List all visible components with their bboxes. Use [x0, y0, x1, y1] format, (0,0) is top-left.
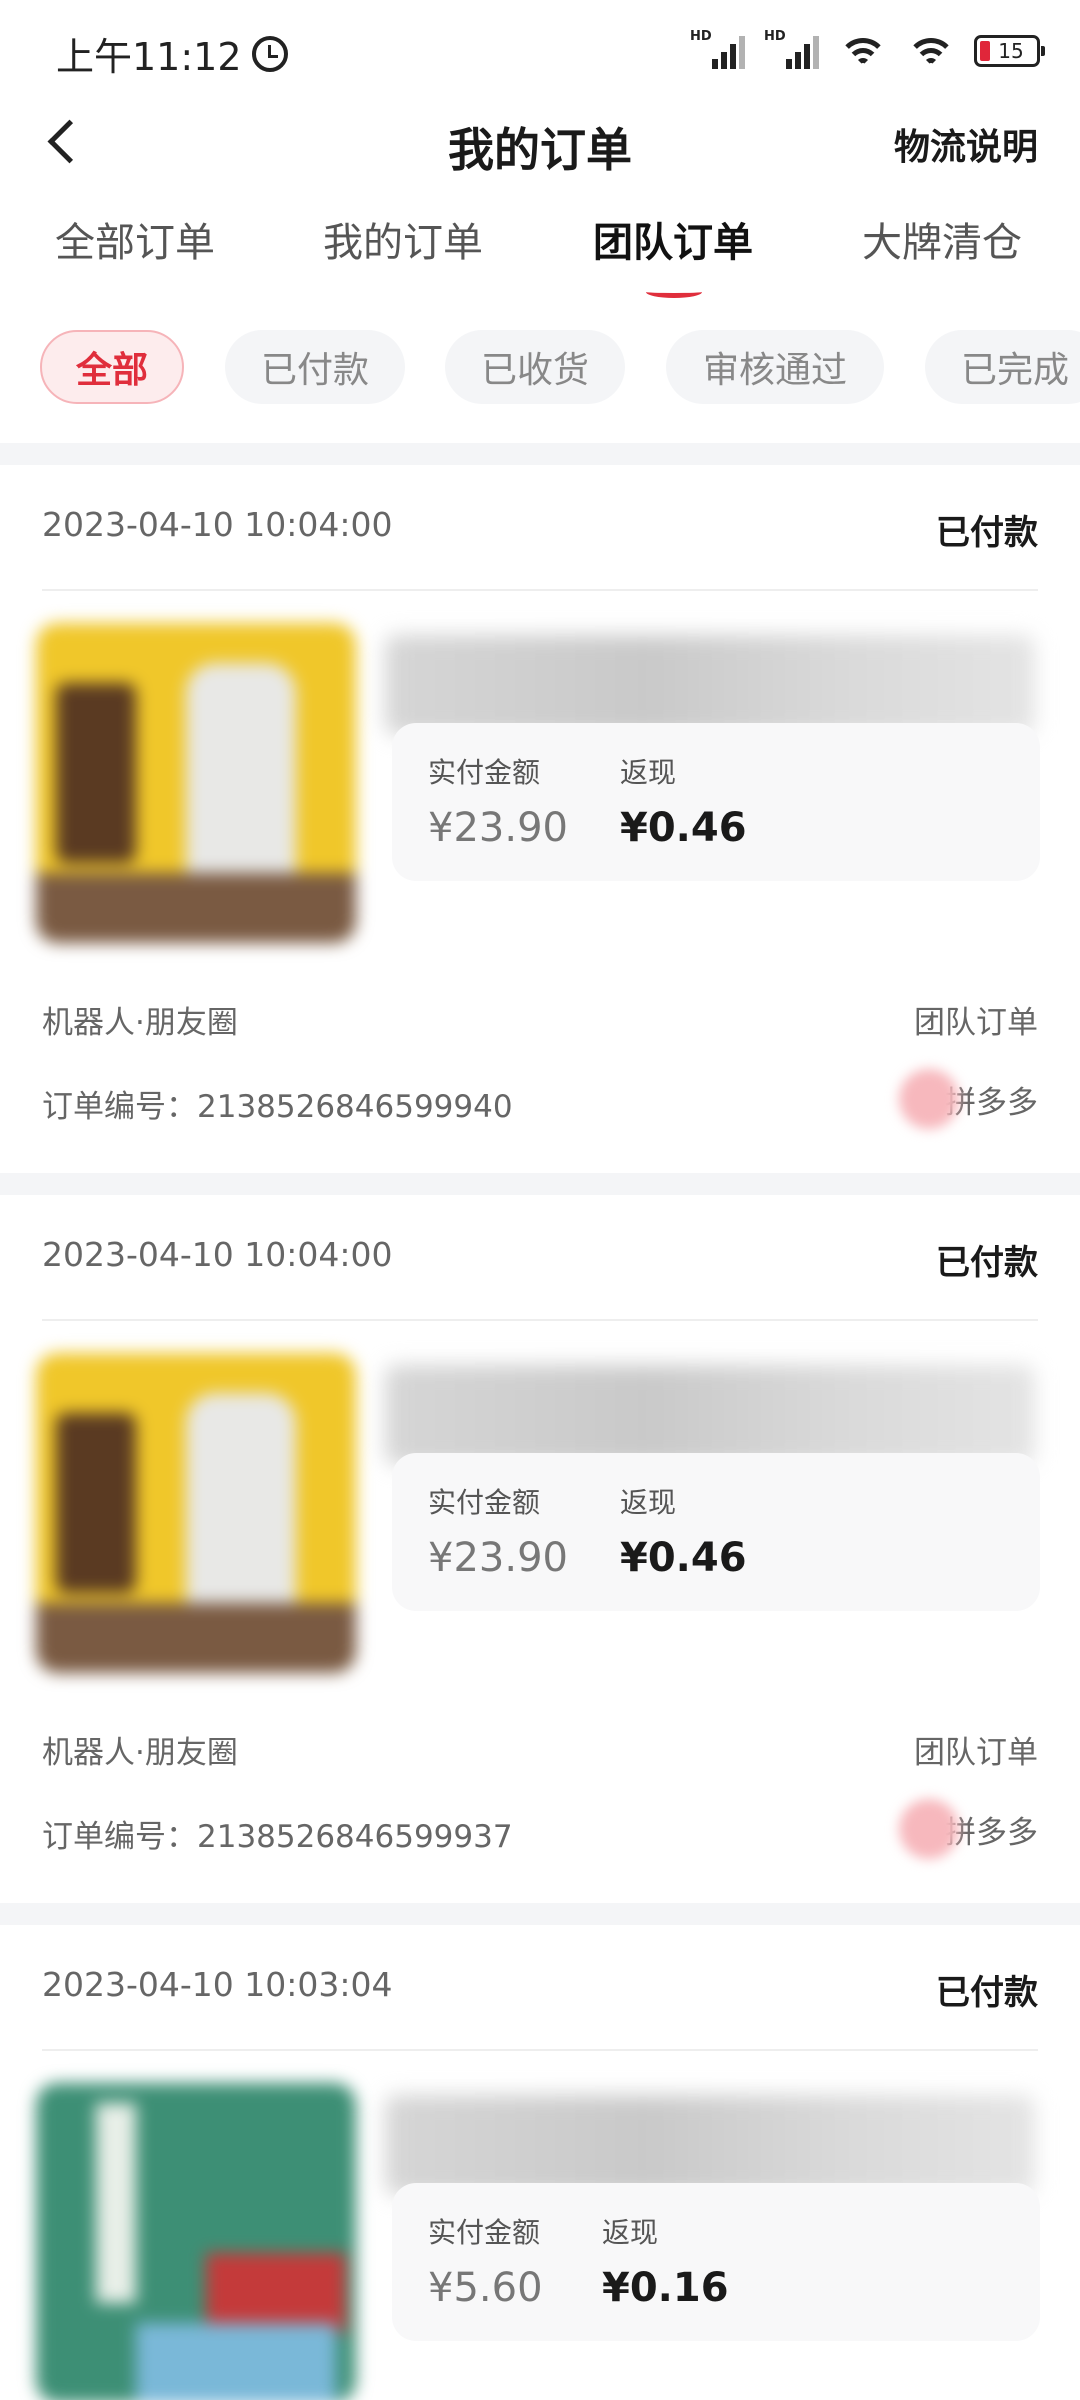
platform-tag: 拼多多	[899, 1069, 1038, 1129]
order-number: 订单编号：2138526846599940	[42, 1089, 513, 1125]
platform-logo-icon	[899, 1069, 959, 1129]
nav-bar: 我的订单 物流说明	[0, 100, 1080, 182]
paid-amount-value: ¥23.90	[428, 805, 568, 851]
cashback-value: ¥0.46	[620, 1535, 747, 1581]
order-card[interactable]: 2023-04-10 10:04:00 已付款 实付金额 返现 ¥23.90 ¥…	[0, 465, 1080, 1173]
cashback-label: 返现	[620, 1486, 677, 1519]
logistics-info-button[interactable]: 物流说明	[894, 118, 1038, 170]
section-divider	[0, 1903, 1080, 1925]
paid-amount-label: 实付金额	[428, 1486, 541, 1519]
signal-icon: HD	[764, 29, 820, 69]
wifi-icon	[906, 32, 956, 70]
alarm-icon	[251, 35, 288, 72]
hd-label: HD	[764, 29, 786, 44]
order-card[interactable]: 2023-04-10 10:04:00 已付款 实付金额 返现 ¥23.90 ¥…	[0, 1195, 1080, 1903]
order-date: 2023-04-10 10:04:00	[42, 1235, 393, 1274]
filter-approved[interactable]: 审核通过	[666, 330, 884, 404]
card-divider	[42, 1319, 1038, 1321]
paid-amount-value: ¥5.60	[428, 2265, 543, 2311]
battery-icon: 15	[974, 35, 1045, 67]
cashback-value: ¥0.16	[602, 2265, 729, 2311]
status-filter-bar: 全部 已付款 已收货 审核通过 已完成	[0, 330, 1080, 410]
paid-amount-value: ¥23.90	[428, 1535, 568, 1581]
paid-amount-label: 实付金额	[428, 2216, 541, 2249]
card-divider	[42, 589, 1038, 591]
signal-icon: HD	[690, 29, 746, 69]
status-time-text: 上午11:12	[56, 35, 242, 79]
cashback-label: 返现	[602, 2216, 659, 2249]
order-number: 订单编号：2138526846599937	[42, 1819, 513, 1855]
price-box: 实付金额 返现 ¥23.90 ¥0.46	[392, 723, 1040, 881]
tab-team-orders[interactable]: 团队订单	[593, 210, 753, 268]
filter-all[interactable]: 全部	[40, 330, 184, 404]
product-image[interactable]	[36, 2083, 356, 2400]
tab-my-orders[interactable]: 我的订单	[323, 210, 483, 268]
order-source: 机器人·朋友圈	[42, 1005, 238, 1041]
product-image[interactable]	[36, 623, 356, 943]
price-box: 实付金额 返现 ¥23.90 ¥0.46	[392, 1453, 1040, 1611]
order-status: 已付款	[936, 1973, 1038, 2013]
tab-brand-clearance[interactable]: 大牌清仓	[862, 210, 1022, 268]
status-time: 上午11:12	[56, 26, 288, 81]
card-divider	[42, 2049, 1038, 2051]
order-card[interactable]: 2023-04-10 10:03:04 已付款 实付金额 返现 ¥5.60 ¥0…	[0, 1925, 1080, 2400]
product-title-blurred	[385, 635, 1035, 735]
battery-level: 15	[998, 39, 1024, 63]
cashback-label: 返现	[620, 756, 677, 789]
filter-paid[interactable]: 已付款	[225, 330, 405, 404]
order-type: 团队订单	[914, 1735, 1038, 1771]
product-title-blurred	[385, 1365, 1035, 1465]
tab-all-orders[interactable]: 全部订单	[55, 210, 215, 268]
price-box: 实付金额 返现 ¥5.60 ¥0.16	[392, 2183, 1040, 2341]
platform-tag: 拼多多	[899, 1799, 1038, 1859]
order-status: 已付款	[936, 513, 1038, 553]
order-date: 2023-04-10 10:04:00	[42, 505, 393, 544]
product-image[interactable]	[36, 1353, 356, 1673]
order-source: 机器人·朋友圈	[42, 1735, 238, 1771]
section-divider	[0, 443, 1080, 465]
filter-completed[interactable]: 已完成	[925, 330, 1080, 404]
active-tab-indicator	[646, 286, 702, 298]
paid-amount-label: 实付金额	[428, 756, 541, 789]
filter-received[interactable]: 已收货	[445, 330, 625, 404]
order-type: 团队订单	[914, 1005, 1038, 1041]
status-icons: HD HD 15	[690, 29, 1045, 70]
status-bar: 上午11:12 HD HD 15	[0, 0, 1080, 100]
wifi-icon	[838, 32, 888, 70]
order-status: 已付款	[936, 1243, 1038, 1283]
product-title-blurred	[385, 2095, 1035, 2195]
order-tabs: 全部订单 我的订单 团队订单 大牌清仓	[0, 210, 1080, 300]
platform-logo-icon	[899, 1799, 959, 1859]
order-date: 2023-04-10 10:03:04	[42, 1965, 393, 2004]
cashback-value: ¥0.46	[620, 805, 747, 851]
section-divider	[0, 1173, 1080, 1195]
hd-label: HD	[690, 29, 712, 44]
